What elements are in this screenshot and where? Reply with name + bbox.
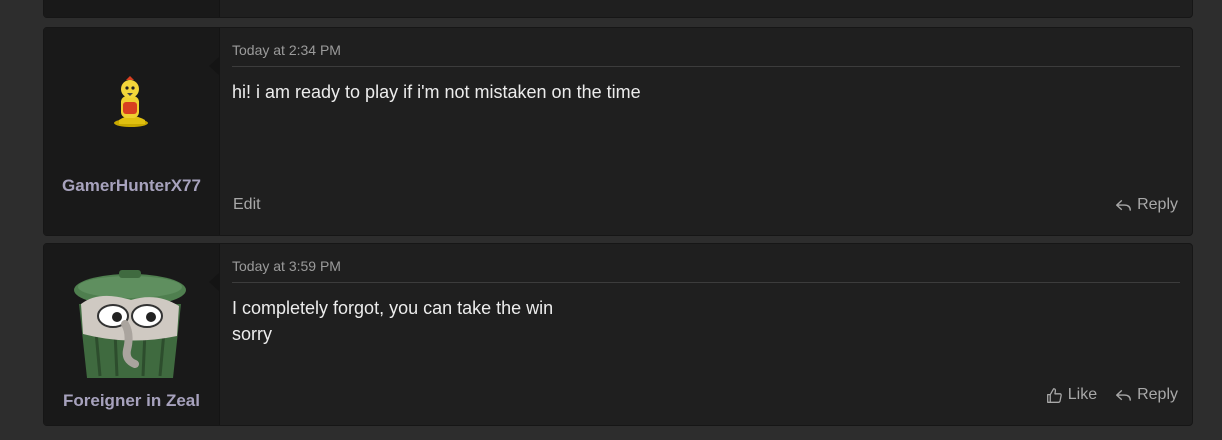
timestamp[interactable]: Today at 3:59 PM [232,258,341,274]
message-content: Today at 2:34 PM hi! i am ready to play … [232,28,1180,235]
reply-label: Reply [1137,196,1178,213]
avatar[interactable] [109,76,153,128]
user-column: GamerHunterX77 [44,28,220,235]
post-meta: Today at 2:34 PM [232,42,1180,67]
message-body: hi! i am ready to play if i'm not mistak… [232,79,1180,105]
reply-icon [1116,389,1132,401]
like-label: Like [1067,386,1098,403]
post-meta: Today at 3:59 PM [232,258,1180,283]
edit-button[interactable]: Edit [233,196,261,214]
message-content: Today at 3:59 PM I completely forgot, yo… [232,244,1180,425]
message-post: GamerHunterX77 Today at 2:34 PM hi! i am… [43,27,1193,236]
message-line: I completely forgot, you can take the wi… [232,298,554,318]
message-line: hi! i am ready to play if i'm not mistak… [232,82,641,102]
reply-icon [1116,199,1132,211]
speech-arrow [209,57,219,75]
reply-button[interactable]: Reply [1115,196,1178,214]
previous-post [43,0,1193,18]
user-column: Foreigner in Zeal [44,244,220,425]
reply-label: Reply [1137,386,1178,403]
reply-button[interactable]: Reply [1115,386,1178,404]
timestamp[interactable]: Today at 2:34 PM [232,42,341,58]
speech-arrow [209,273,219,291]
trash-can-creature-icon [74,270,186,378]
thumbs-up-icon [1046,387,1062,403]
username[interactable]: Foreigner in Zeal [44,388,219,413]
avatar[interactable] [69,264,191,380]
message-body: I completely forgot, you can take the wi… [232,295,1180,347]
pokemon-sprite-icon [114,76,148,127]
post-actions: Like Reply [232,386,1180,408]
previous-post-user-column [44,0,220,17]
message-line: sorry [232,324,272,344]
message-post: Foreigner in Zeal Today at 3:59 PM I com… [43,243,1193,426]
post-actions: Edit Reply [232,196,1180,218]
like-button[interactable]: Like [1046,386,1097,404]
username[interactable]: GamerHunterX77 [44,173,219,198]
